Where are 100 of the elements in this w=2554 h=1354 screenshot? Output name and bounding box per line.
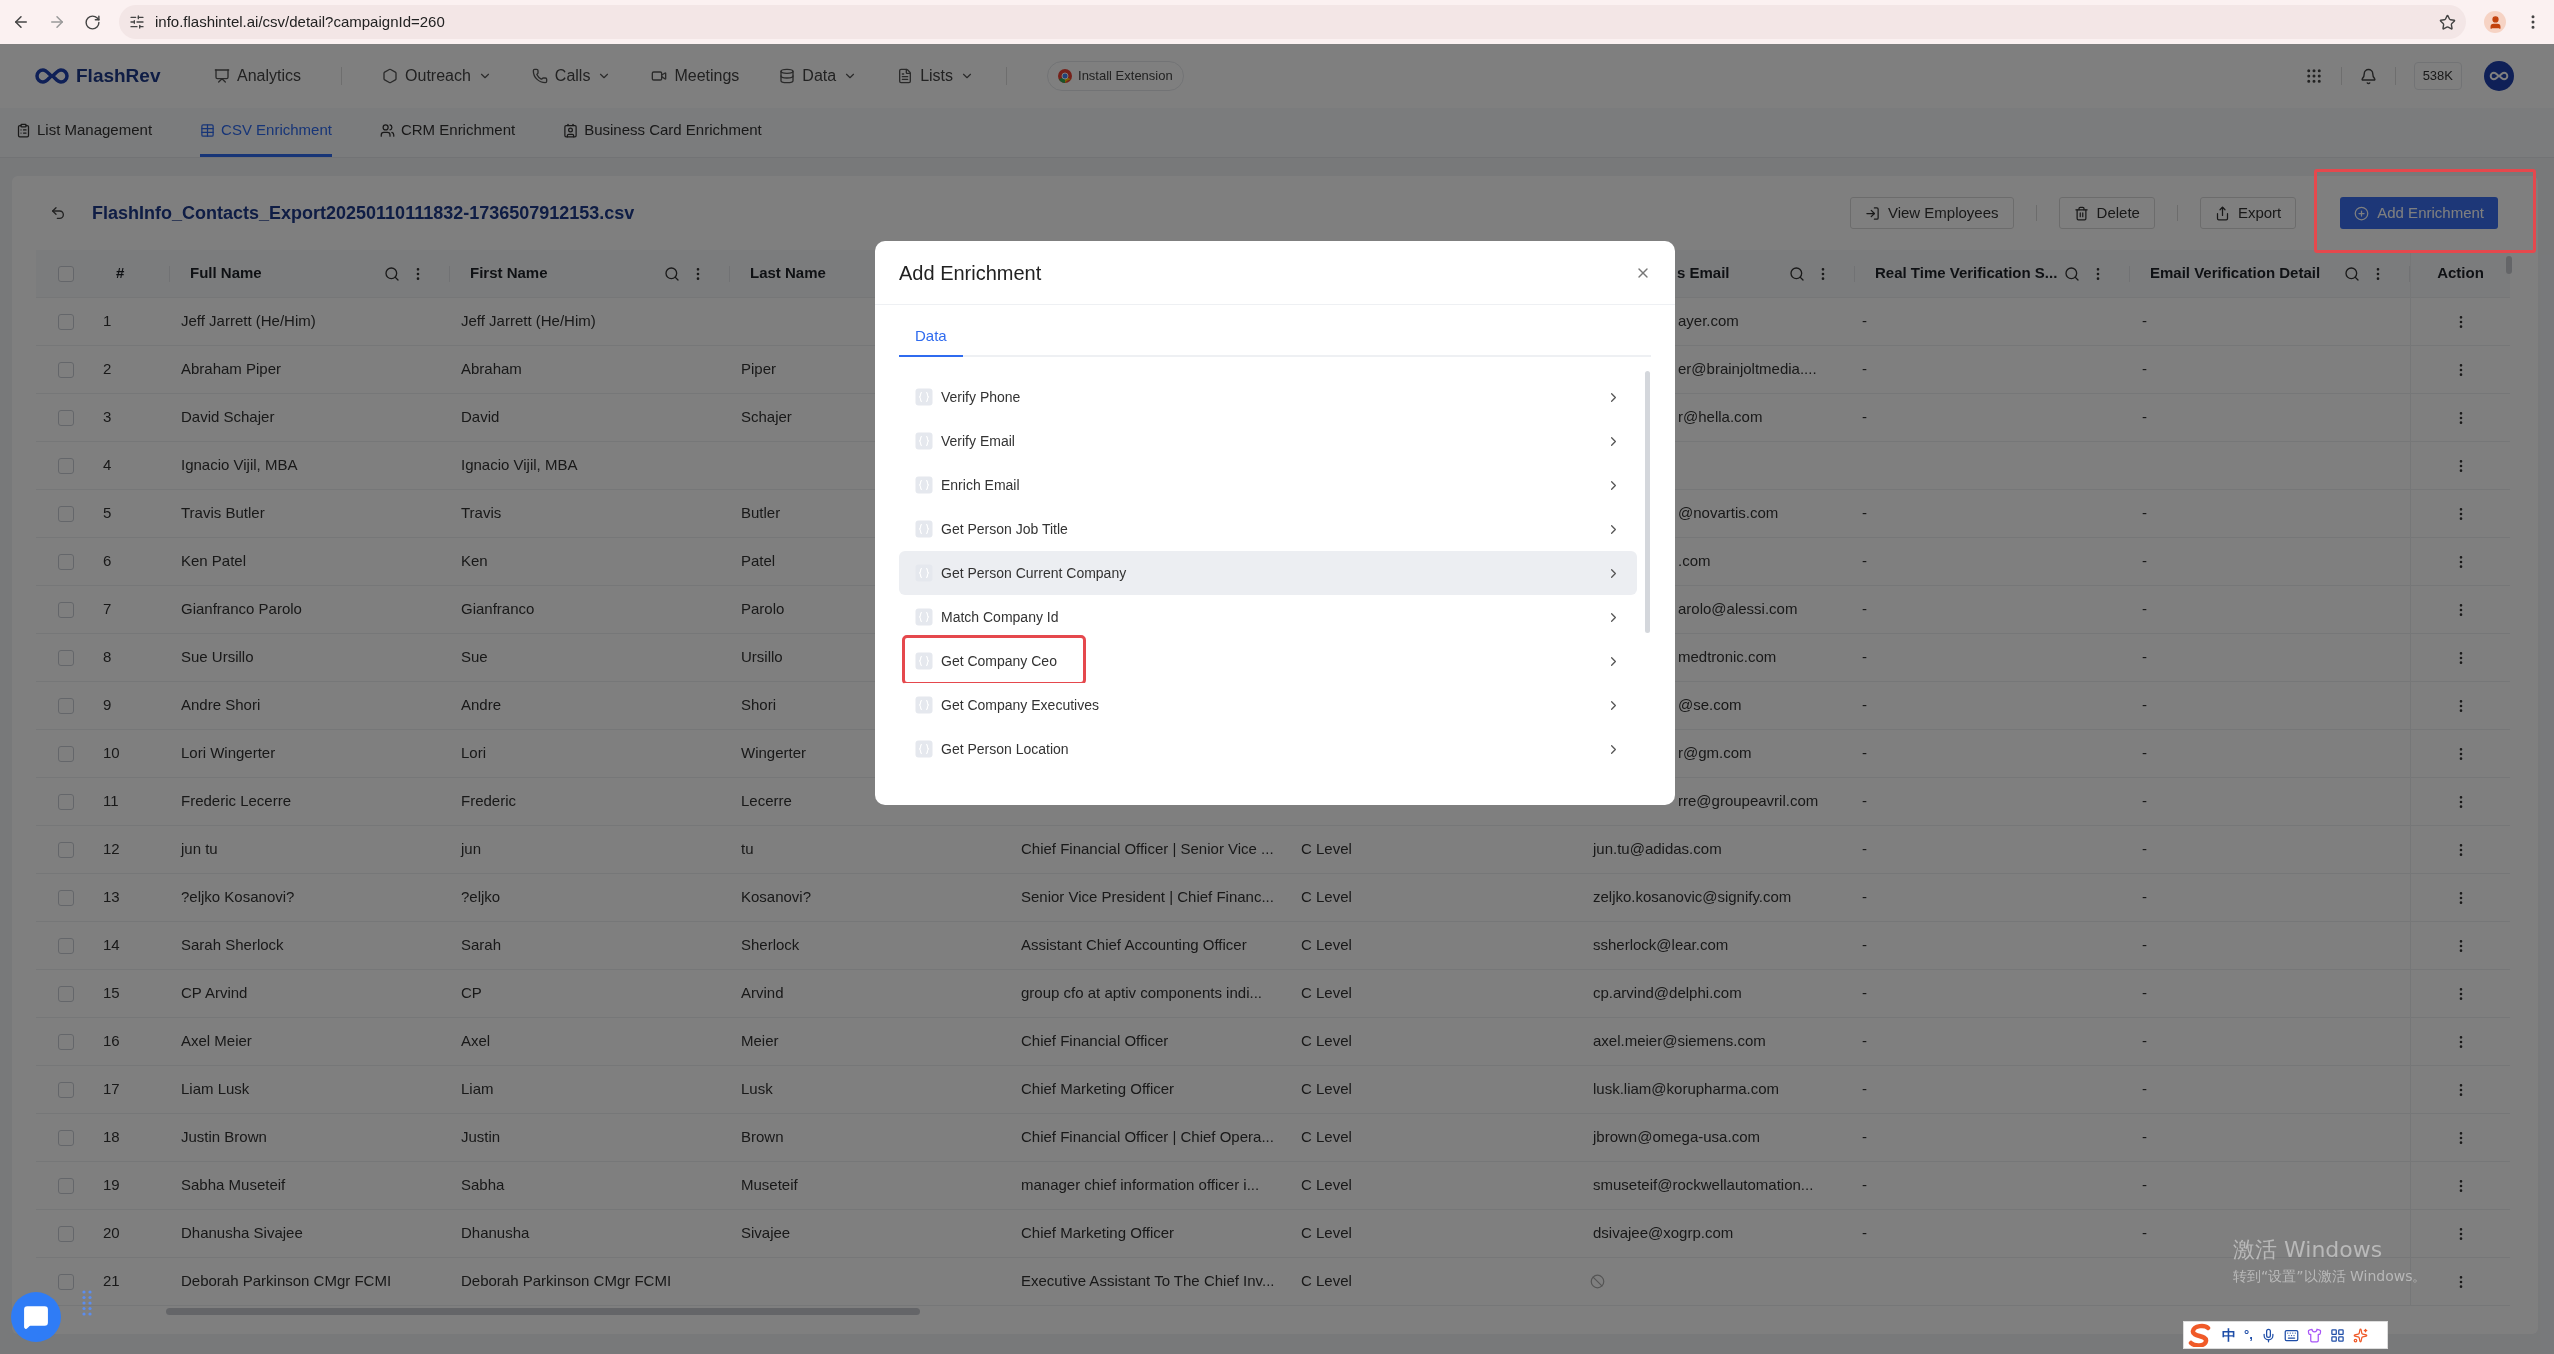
checkbox[interactable]	[58, 601, 74, 618]
table-cell: Museteif	[741, 1176, 798, 1194]
sparkle-icon[interactable]	[2352, 1327, 2368, 1343]
table-cell: -	[2142, 504, 2147, 522]
horizontal-scrollbar[interactable]	[166, 1307, 920, 1315]
punctuation-mode-label[interactable]: °,	[2244, 1325, 2253, 1345]
forward-icon[interactable]	[48, 13, 66, 31]
checkbox[interactable]	[58, 553, 74, 570]
row-number: 6	[103, 552, 112, 570]
braces-icon	[915, 652, 933, 670]
nav-menu-item[interactable]: Data	[779, 64, 858, 88]
checkbox[interactable]	[58, 697, 74, 714]
nav-menu-item[interactable]: Outreach	[382, 64, 492, 88]
input-mode-label[interactable]: 中	[2222, 1324, 2236, 1346]
table-cell: er@brainjoltmedia....	[1678, 360, 1817, 378]
table-cell: -	[1862, 1032, 1867, 1050]
table-cell: r@hella.com	[1678, 408, 1763, 426]
table-cell: Lusk	[741, 1080, 773, 1098]
dialog-tab[interactable]: Data	[899, 324, 963, 357]
table-cell: C Level	[1301, 1176, 1352, 1194]
row-number: 11	[103, 792, 119, 810]
checkbox[interactable]	[58, 505, 74, 522]
row-number: 13	[103, 888, 120, 906]
checkbox[interactable]	[58, 1177, 74, 1194]
checkbox[interactable]	[58, 985, 74, 1002]
reload-icon[interactable]	[84, 13, 101, 31]
credits-badge: 538K	[2413, 62, 2462, 90]
back-icon[interactable]	[12, 13, 30, 31]
table-cell: -	[1862, 504, 1867, 522]
checkbox[interactable]	[58, 1225, 74, 1242]
table-icon	[200, 123, 216, 138]
checkbox[interactable]	[58, 409, 74, 426]
table-cell: Sabha	[461, 1176, 505, 1194]
checkbox[interactable]	[58, 1129, 74, 1146]
table-cell: -	[2142, 888, 2147, 906]
sub-tab[interactable]: CRM Enrichment	[379, 107, 516, 157]
sub-tab[interactable]: Business Card Enrichment	[563, 107, 762, 157]
checkbox[interactable]	[58, 889, 74, 906]
bell-icon[interactable]	[2359, 67, 2377, 85]
table-cell: -	[2142, 1128, 2147, 1146]
nav-menu-item[interactable]: Calls	[531, 64, 612, 88]
table-cell: -	[2142, 744, 2147, 762]
sub-tab[interactable]: List Management	[16, 107, 153, 157]
microphone-icon[interactable]	[2260, 1327, 2276, 1343]
table-cell: Deborah Parkinson CMgr FCMI	[461, 1272, 672, 1290]
table-cell: Gianfranco	[461, 600, 535, 618]
row-number: 17	[103, 1080, 120, 1098]
checkbox[interactable]	[58, 313, 74, 330]
bookmark-star-icon[interactable]	[2439, 13, 2456, 31]
table-cell: rre@groupeavril.com	[1678, 792, 1819, 810]
address-bar[interactable]: info.flashintel.ai/csv/detail?campaignId=260	[119, 5, 2466, 39]
document-icon	[897, 68, 914, 84]
back-arrow-icon[interactable]	[50, 205, 66, 221]
checkbox[interactable]	[58, 841, 74, 858]
keyboard-icon[interactable]	[2283, 1327, 2299, 1343]
table-cell: C Level	[1301, 888, 1352, 906]
column-header: First Name	[470, 263, 548, 284]
nav-menu-item[interactable]: Meetings	[651, 64, 740, 88]
chat-button[interactable]	[11, 1292, 61, 1342]
profile-avatar-icon[interactable]	[2484, 11, 2506, 33]
checkbox[interactable]	[58, 793, 74, 810]
table-cell: Abraham	[461, 360, 522, 378]
checkbox[interactable]	[58, 457, 74, 474]
vertical-scrollbar[interactable]	[2506, 256, 2512, 274]
checkbox[interactable]	[58, 937, 74, 954]
table-cell: Assistant Chief Accounting Officer	[1021, 936, 1247, 954]
nav-menu-item[interactable]: Analytics	[214, 64, 302, 88]
toolbar-button[interactable]: Export	[2199, 197, 2297, 229]
table-cell: smuseteif@rockwellautomation...	[1593, 1176, 1814, 1194]
nav-menu-item[interactable]: Lists	[897, 64, 975, 88]
checkbox[interactable]	[58, 745, 74, 762]
checkbox[interactable]	[58, 265, 74, 282]
table-cell: r@gm.com	[1678, 744, 1752, 762]
list-scrollbar[interactable]	[1645, 371, 1650, 633]
search-icon[interactable]	[1789, 265, 1805, 282]
search-icon[interactable]	[2344, 265, 2360, 282]
checkbox[interactable]	[58, 361, 74, 378]
grid-dots-icon[interactable]	[2304, 67, 2323, 85]
search-icon[interactable]	[2064, 265, 2080, 282]
table-cell: Chief Marketing Officer	[1021, 1080, 1175, 1098]
site-settings-icon[interactable]	[129, 14, 145, 30]
shirt-icon[interactable]	[2306, 1327, 2322, 1343]
search-icon[interactable]	[384, 265, 400, 282]
user-avatar[interactable]	[2484, 61, 2514, 91]
enrichment-option[interactable]: Get Person Current Company	[899, 551, 1637, 595]
toolbar-button[interactable]: View Employees	[1849, 197, 2014, 229]
drag-handle-icon[interactable]	[82, 1290, 92, 1316]
sub-tab[interactable]: CSV Enrichment	[200, 107, 332, 157]
checkbox[interactable]	[58, 1033, 74, 1050]
table-cell: Executive Assistant To The Chief Inv...	[1021, 1272, 1275, 1290]
table-cell: David Schajer	[181, 408, 275, 426]
table-cell: -	[1862, 840, 1867, 858]
add-enrichment-button[interactable]: Add Enrichment	[2340, 197, 2498, 229]
file-title: FlashInfo_Contacts_Export20250110111832-1736507912153.csv	[92, 201, 635, 225]
search-icon[interactable]	[664, 265, 680, 282]
grid-icon[interactable]	[2329, 1327, 2345, 1343]
toolbar-button[interactable]: Delete	[2058, 197, 2155, 229]
checkbox[interactable]	[58, 1273, 74, 1290]
checkbox[interactable]	[58, 1081, 74, 1098]
checkbox[interactable]	[58, 649, 74, 666]
